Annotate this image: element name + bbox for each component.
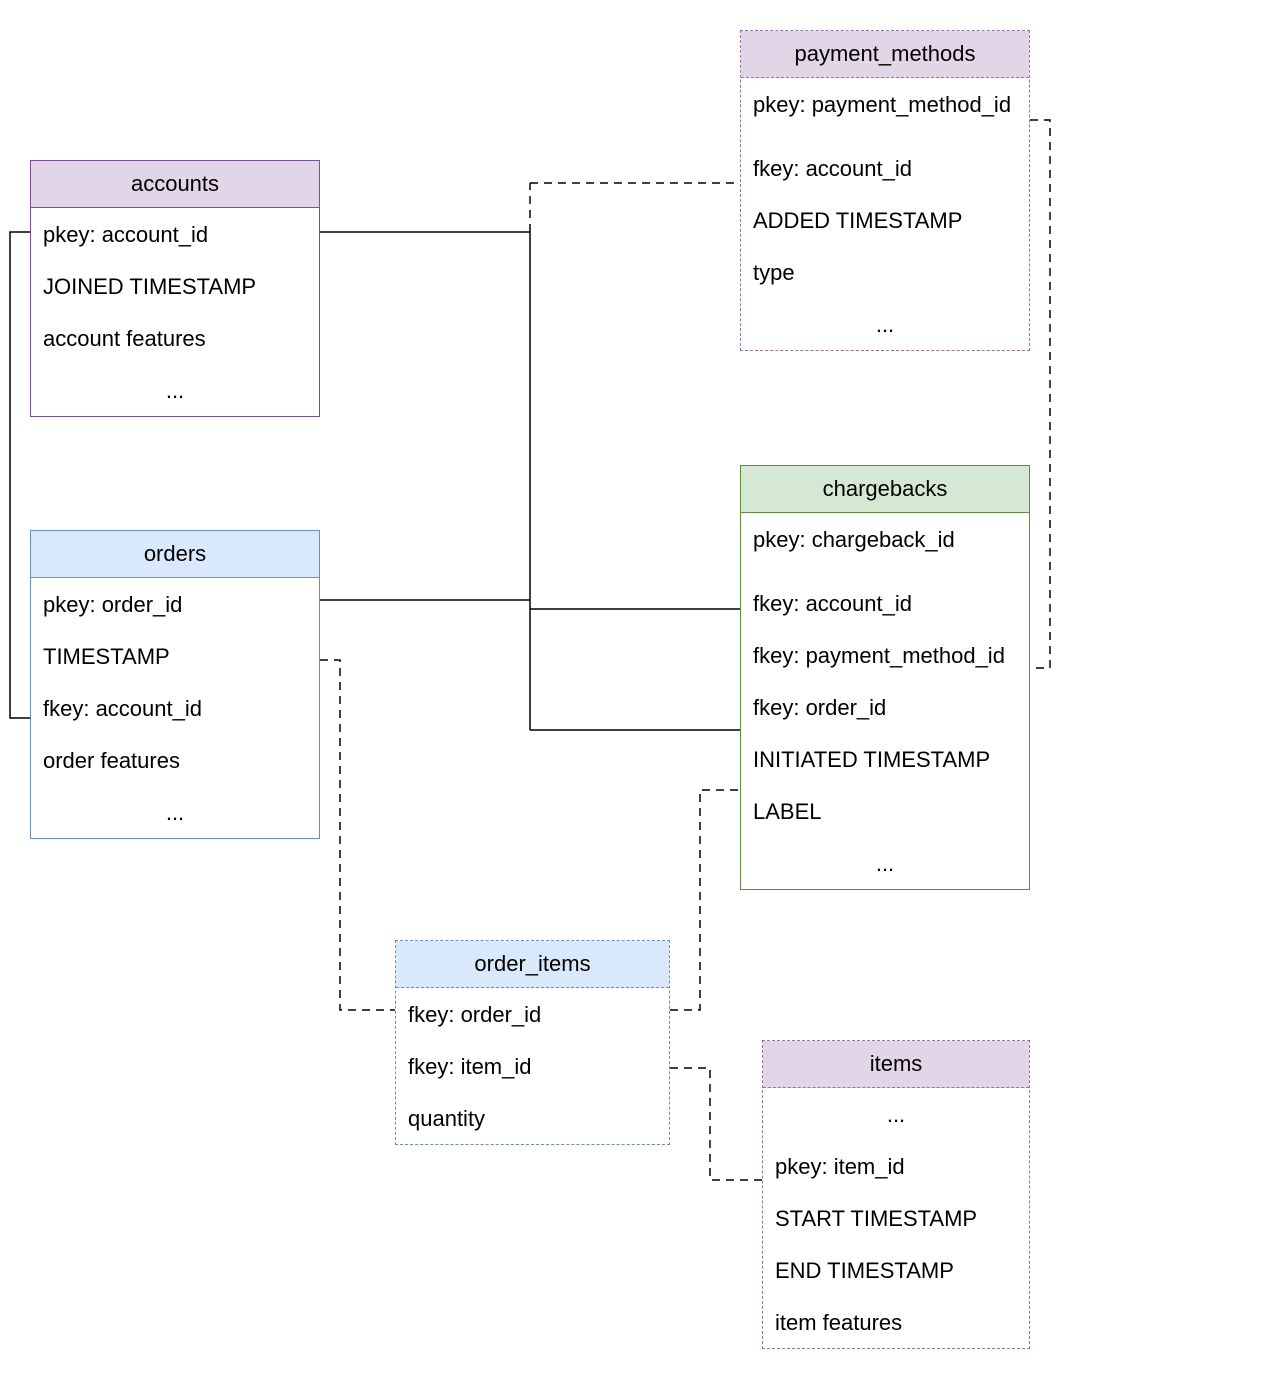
entity-accounts-title: accounts	[31, 161, 319, 208]
entity-orders-row: TIMESTAMP	[31, 630, 319, 682]
entity-orders: orders pkey: order_id TIMESTAMP fkey: ac…	[30, 530, 320, 839]
entity-payment-methods-row: fkey: account_id	[741, 142, 1029, 194]
entity-chargebacks-row: fkey: order_id	[741, 681, 1029, 733]
entity-order-items-row: fkey: item_id	[396, 1040, 669, 1092]
entity-payment-methods-row: type	[741, 246, 1029, 298]
entity-items-row: pkey: item_id	[763, 1140, 1029, 1192]
entity-items-row: END TIMESTAMP	[763, 1244, 1029, 1296]
entity-chargebacks-row: LABEL	[741, 785, 1029, 837]
entity-chargebacks-ellipsis: ...	[741, 837, 1029, 889]
entity-chargebacks-row: pkey: chargeback_id	[741, 513, 1029, 577]
entity-items-title: items	[763, 1041, 1029, 1088]
entity-order-items: order_items fkey: order_id fkey: item_id…	[395, 940, 670, 1145]
entity-chargebacks-title: chargebacks	[741, 466, 1029, 513]
entity-chargebacks: chargebacks pkey: chargeback_id fkey: ac…	[740, 465, 1030, 890]
entity-accounts-row: pkey: account_id	[31, 208, 319, 260]
entity-orders-ellipsis: ...	[31, 786, 319, 838]
entity-accounts-row: account features	[31, 312, 319, 364]
entity-orders-title: orders	[31, 531, 319, 578]
entity-payment-methods: payment_methods pkey: payment_method_id …	[740, 30, 1030, 351]
diagram-canvas: accounts pkey: account_id JOINED TIMESTA…	[0, 0, 1264, 1382]
entity-payment-methods-row: pkey: payment_method_id	[741, 78, 1029, 142]
entity-orders-row: pkey: order_id	[31, 578, 319, 630]
entity-order-items-row: fkey: order_id	[396, 988, 669, 1040]
entity-orders-row: order features	[31, 734, 319, 786]
entity-items: items ... pkey: item_id START TIMESTAMP …	[762, 1040, 1030, 1349]
entity-order-items-row: quantity	[396, 1092, 669, 1144]
entity-payment-methods-ellipsis: ...	[741, 298, 1029, 350]
entity-accounts: accounts pkey: account_id JOINED TIMESTA…	[30, 160, 320, 417]
entity-accounts-ellipsis: ...	[31, 364, 319, 416]
entity-items-row: START TIMESTAMP	[763, 1192, 1029, 1244]
entity-chargebacks-row: INITIATED TIMESTAMP	[741, 733, 1029, 785]
entity-items-row: item features	[763, 1296, 1029, 1348]
entity-payment-methods-title: payment_methods	[741, 31, 1029, 78]
entity-payment-methods-row: ADDED TIMESTAMP	[741, 194, 1029, 246]
entity-items-ellipsis-top: ...	[763, 1088, 1029, 1140]
entity-chargebacks-row: fkey: account_id	[741, 577, 1029, 629]
entity-order-items-title: order_items	[396, 941, 669, 988]
entity-orders-row: fkey: account_id	[31, 682, 319, 734]
entity-chargebacks-row: fkey: payment_method_id	[741, 629, 1029, 681]
entity-accounts-row: JOINED TIMESTAMP	[31, 260, 319, 312]
